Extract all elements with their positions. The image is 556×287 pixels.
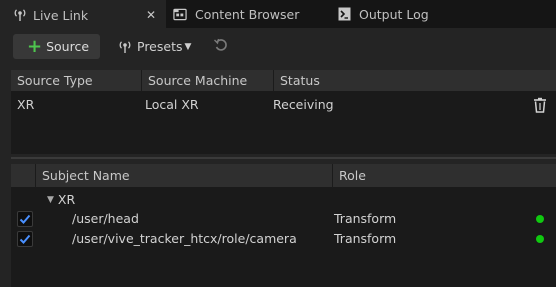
- sources-table-header: Source Type Source Machine Status: [11, 70, 556, 92]
- live-link-icon: [118, 40, 132, 54]
- chevron-down-icon: ▼: [184, 41, 192, 52]
- column-subject-name[interactable]: Subject Name: [36, 164, 333, 188]
- sources-table: Source Type Source Machine Status XR Loc…: [11, 70, 556, 154]
- column-source-machine[interactable]: Source Machine: [142, 70, 274, 92]
- source-machine: Local XR: [145, 97, 199, 112]
- subject-name: /user/head: [72, 211, 139, 226]
- tab-live-link[interactable]: Live Link ✕: [0, 0, 166, 28]
- tab-label: Content Browser: [195, 6, 300, 22]
- presets-dropdown[interactable]: Presets ▼: [118, 38, 191, 55]
- presets-label: Presets: [137, 39, 183, 54]
- source-type: XR: [17, 97, 35, 112]
- tab-bar: Live Link ✕ Content Browser Output Log: [0, 0, 556, 28]
- status-dot: [536, 235, 544, 243]
- subject-name: /user/vive_tracker_htcx/role/camera: [72, 231, 297, 246]
- revert-icon[interactable]: [213, 37, 229, 53]
- column-source-type[interactable]: Source Type: [11, 70, 142, 92]
- column-role[interactable]: Role: [333, 164, 556, 188]
- terminal-icon: [337, 7, 351, 21]
- table-row[interactable]: /user/head Transform: [11, 209, 556, 229]
- live-link-icon: [13, 8, 27, 22]
- column-status[interactable]: Status: [274, 70, 556, 92]
- tab-output-log[interactable]: Output Log: [326, 0, 466, 28]
- subjects-table-header: Subject Name Role: [11, 164, 556, 188]
- add-source-button[interactable]: + Source: [13, 34, 100, 59]
- folder-icon: [173, 7, 187, 21]
- plus-icon: +: [27, 35, 43, 57]
- tab-content-browser[interactable]: Content Browser: [166, 0, 326, 28]
- trash-icon[interactable]: [533, 97, 547, 113]
- check-icon: [19, 234, 31, 244]
- chevron-down-icon[interactable]: ▼: [47, 195, 54, 205]
- table-row[interactable]: XR Local XR Receiving: [11, 95, 556, 115]
- close-icon[interactable]: ✕: [144, 8, 158, 22]
- subject-role: Transform: [334, 211, 397, 226]
- table-row[interactable]: /user/vive_tracker_htcx/role/camera Tran…: [11, 229, 556, 249]
- subjects-table: Subject Name Role ▼ XR /user/head Transf…: [11, 164, 556, 287]
- status-dot: [536, 215, 544, 223]
- tab-label: Live Link: [33, 7, 89, 23]
- subject-group-xr[interactable]: ▼ XR: [47, 192, 75, 207]
- tab-label: Output Log: [359, 6, 429, 22]
- source-button-label: Source: [46, 39, 90, 54]
- splitter-handle[interactable]: [11, 157, 556, 159]
- enabled-checkbox[interactable]: [17, 231, 33, 247]
- check-icon: [19, 214, 31, 224]
- column-enabled: [11, 164, 36, 188]
- live-link-panel: + Source Presets ▼ Source Type Source Ma…: [0, 28, 556, 287]
- group-label: XR: [57, 192, 76, 207]
- subject-role: Transform: [334, 231, 397, 246]
- source-status: Receiving: [273, 97, 334, 112]
- toolbar: + Source Presets ▼: [0, 28, 556, 66]
- enabled-checkbox[interactable]: [17, 211, 33, 227]
